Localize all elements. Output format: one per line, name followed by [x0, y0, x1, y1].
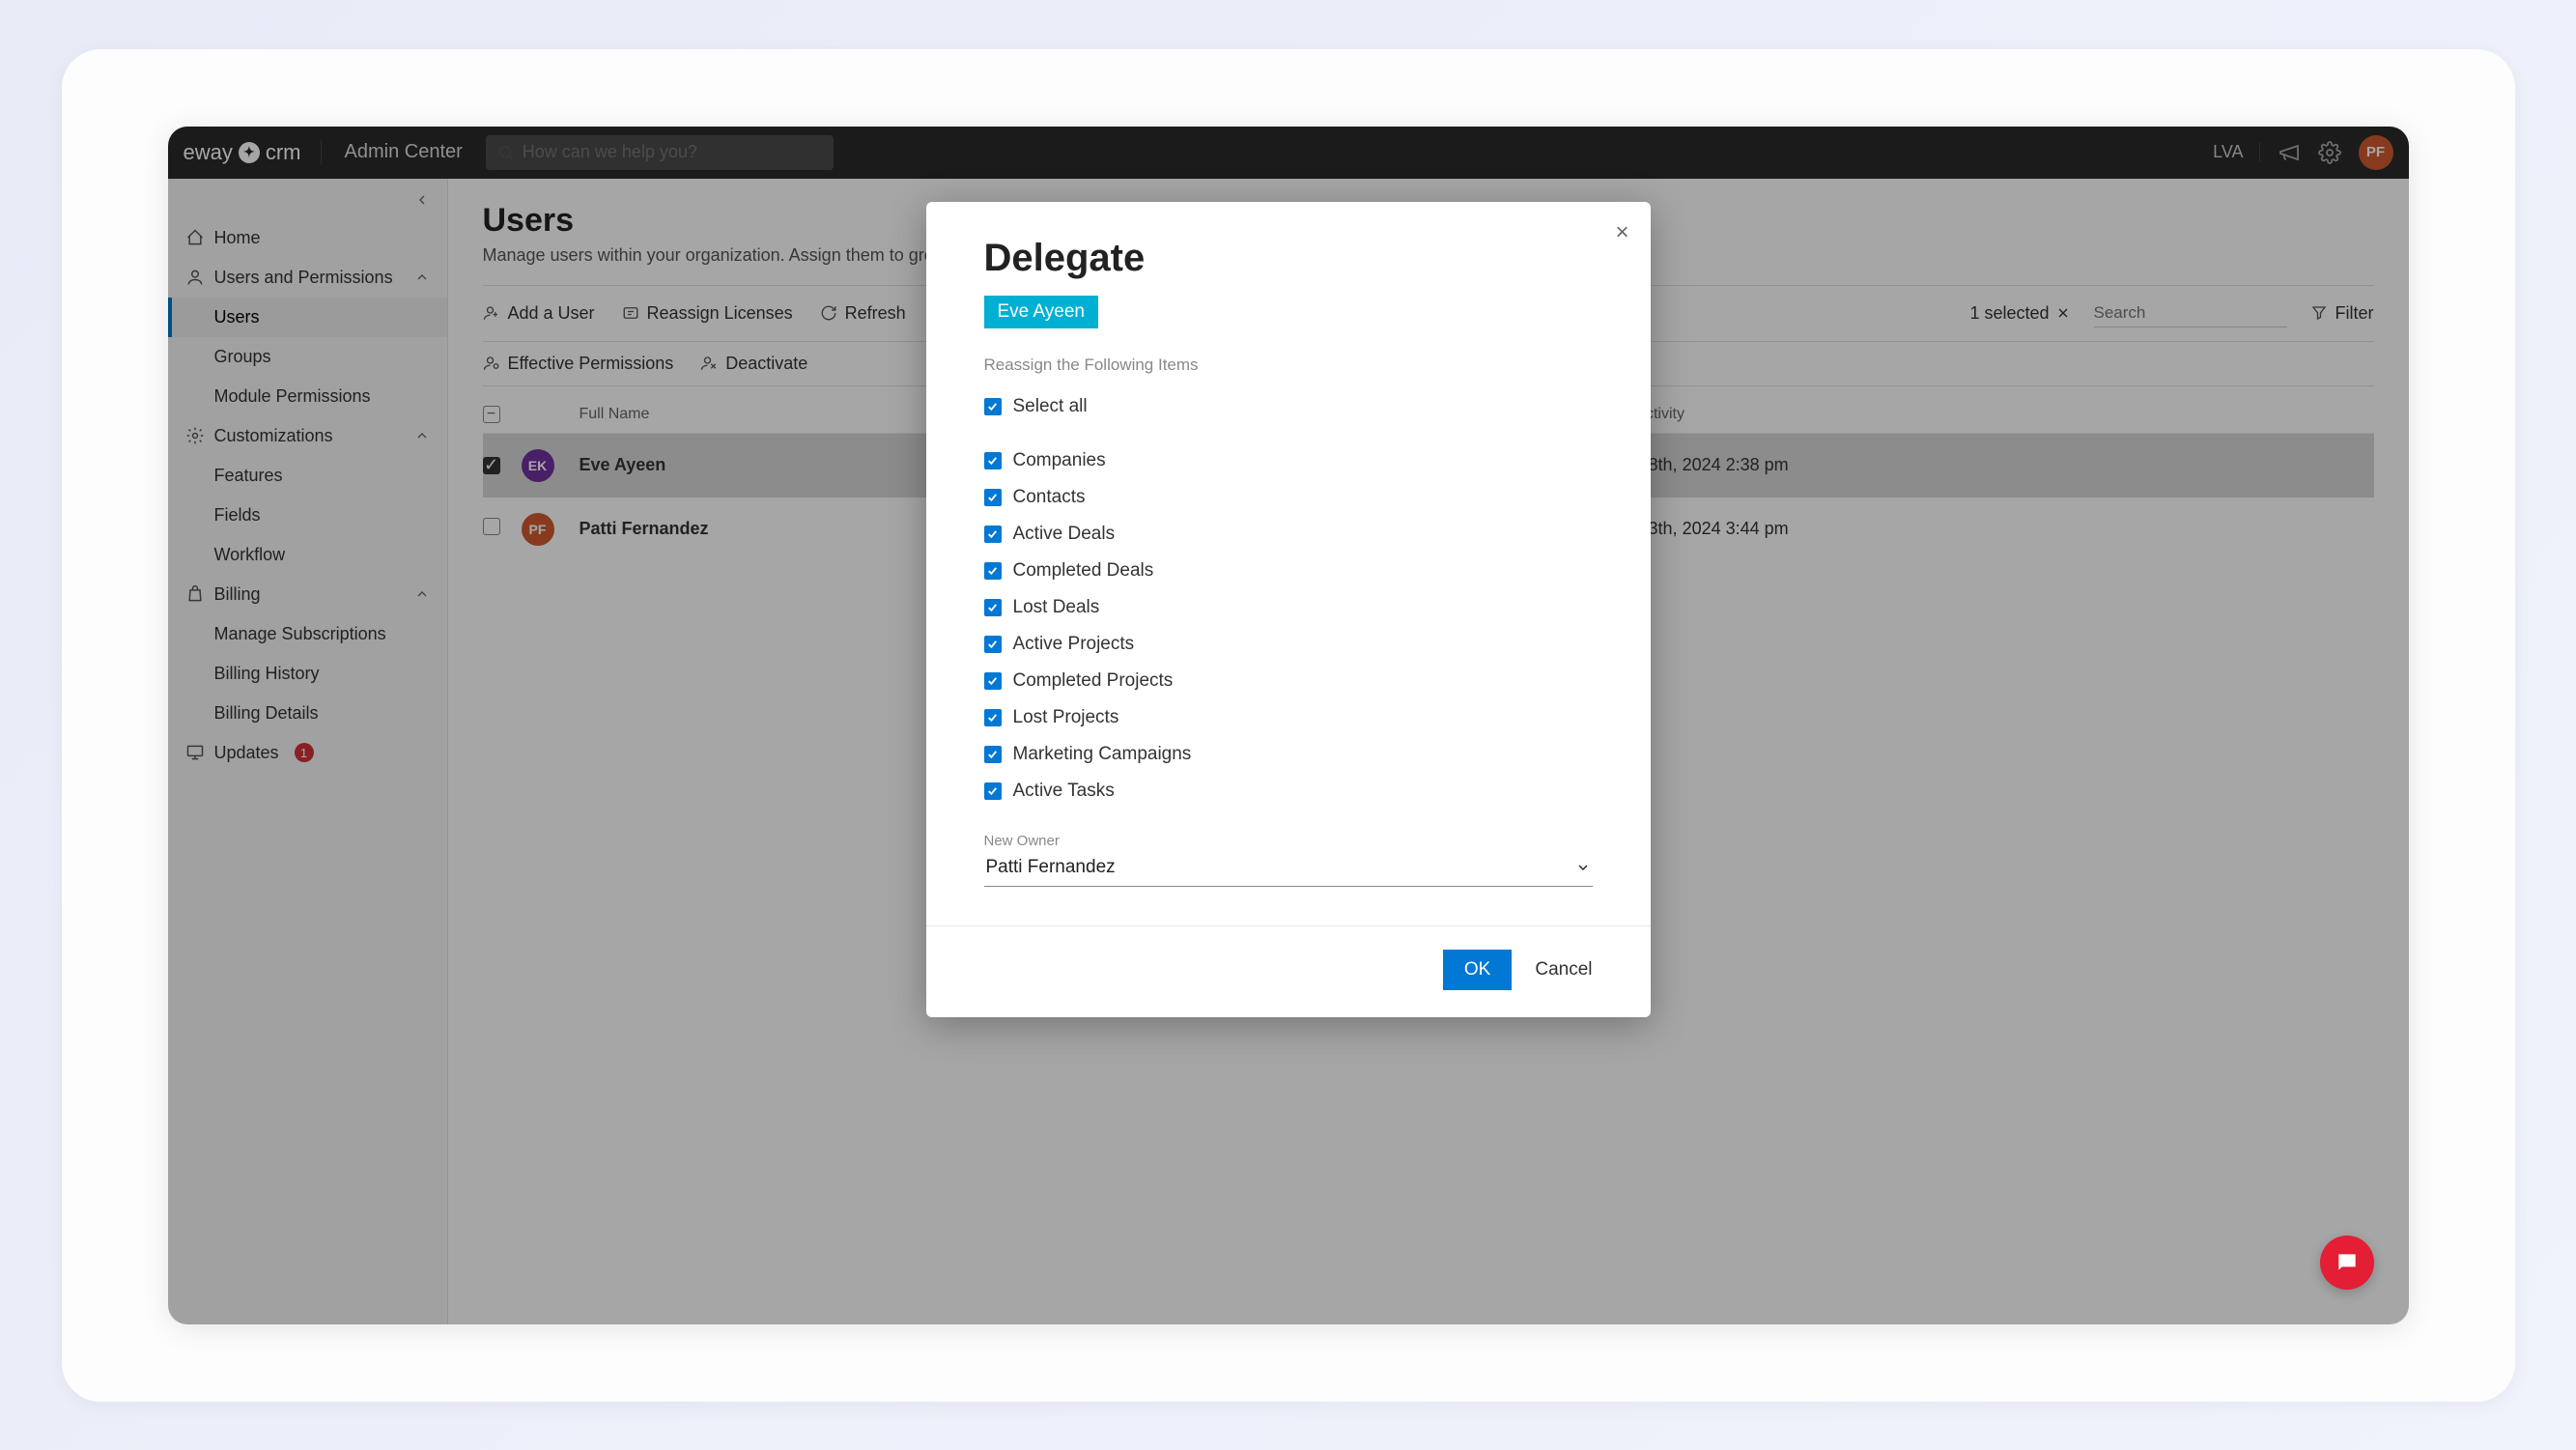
modal-item-checkbox[interactable]: Active Deals	[984, 516, 1593, 553]
modal-item-label: Active Tasks	[1013, 781, 1115, 802]
modal-item-label: Contacts	[1013, 487, 1086, 508]
modal-item-label: Active Projects	[1013, 634, 1135, 655]
checkbox-icon	[984, 452, 1002, 469]
modal-item-checkbox[interactable]: Active Tasks	[984, 773, 1593, 810]
modal-item-label: Active Deals	[1013, 524, 1116, 545]
cancel-button[interactable]: Cancel	[1535, 950, 1592, 990]
modal-item-label: Marketing Campaigns	[1013, 744, 1192, 765]
modal-item-checkbox[interactable]: Lost Projects	[984, 699, 1593, 736]
modal-item-label: Lost Projects	[1013, 707, 1119, 728]
modal-item-checkbox[interactable]: Lost Deals	[984, 589, 1593, 626]
modal-overlay: × Delegate Eve Ayeen Reassign the Follow…	[168, 127, 2409, 1324]
checkbox-icon	[984, 599, 1002, 616]
modal-user-tag: Eve Ayeen	[984, 296, 1099, 328]
modal-item-checkbox[interactable]: Contacts	[984, 479, 1593, 516]
modal-item-checkbox[interactable]: Marketing Campaigns	[984, 736, 1593, 773]
modal-item-checkbox[interactable]: Active Projects	[984, 626, 1593, 663]
checkbox-icon	[984, 526, 1002, 543]
modal-title: Delegate	[984, 237, 1593, 280]
new-owner-label: New Owner	[984, 833, 1593, 849]
checkbox-icon	[984, 709, 1002, 726]
ok-button[interactable]: OK	[1443, 950, 1512, 990]
modal-close-button[interactable]: ×	[1615, 219, 1628, 246]
checkbox-icon	[984, 636, 1002, 653]
chat-bubble[interactable]	[2320, 1236, 2374, 1290]
modal-item-label: Completed Projects	[1013, 670, 1174, 692]
app-window: eway ✦ crm Admin Center LVA PF	[168, 127, 2409, 1324]
modal-item-checkbox[interactable]: Completed Deals	[984, 553, 1593, 589]
modal-item-label: Companies	[1013, 450, 1106, 471]
new-owner-value: Patti Fernandez	[986, 857, 1116, 878]
modal-item-checkbox[interactable]: Completed Projects	[984, 663, 1593, 699]
modal-item-checkbox[interactable]: Companies	[984, 442, 1593, 479]
new-owner-dropdown[interactable]: Patti Fernandez	[984, 851, 1593, 887]
chevron-down-icon	[1575, 860, 1591, 875]
checkbox-icon	[984, 672, 1002, 690]
modal-item-label: Completed Deals	[1013, 560, 1154, 582]
select-all-label: Select all	[1013, 396, 1088, 417]
modal-item-label: Lost Deals	[1013, 597, 1100, 618]
checkbox-icon	[984, 489, 1002, 506]
modal-subtitle: Reassign the Following Items	[984, 355, 1593, 375]
checkbox-icon	[984, 746, 1002, 763]
checkbox-icon	[984, 782, 1002, 800]
select-all-checkbox[interactable]: Select all	[984, 388, 1593, 425]
modal-footer: OK Cancel	[926, 925, 1651, 1017]
checkbox-icon	[984, 398, 1002, 415]
checkbox-icon	[984, 562, 1002, 580]
chat-icon	[2335, 1250, 2360, 1275]
delegate-modal: × Delegate Eve Ayeen Reassign the Follow…	[926, 202, 1651, 1017]
